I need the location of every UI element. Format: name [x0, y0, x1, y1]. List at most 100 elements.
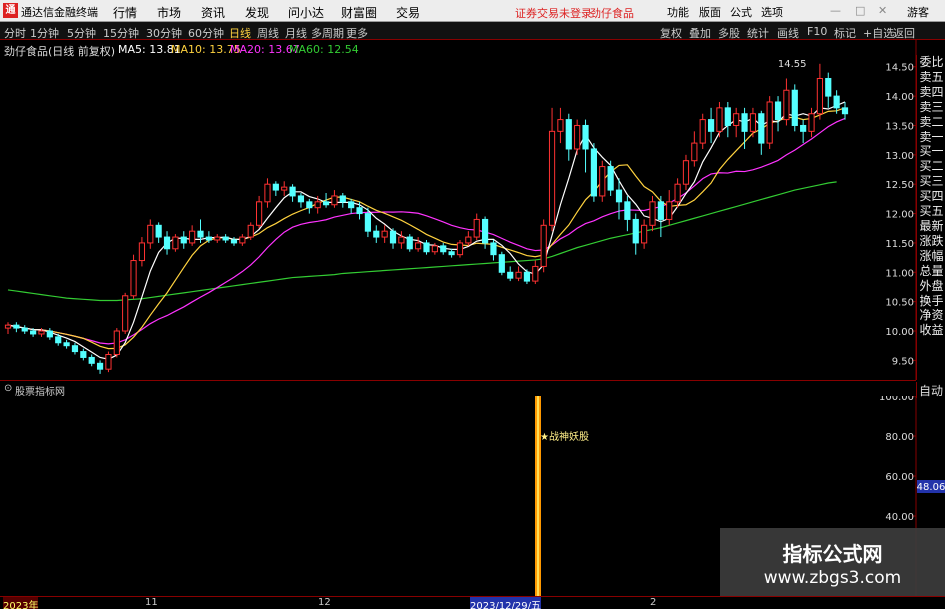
candle-body: [741, 113, 748, 132]
price-tick-label: 11.00: [885, 268, 914, 279]
candle-body: [582, 124, 589, 150]
period-weekly[interactable]: 周线: [257, 25, 279, 41]
ma5-line: [7, 101, 846, 360]
kline-chart[interactable]: 14.50 14.00 13.50 13.00 12.50 12.00 11.50 11.00…: [0, 40, 945, 380]
minimize-icon[interactable]: —: [830, 4, 841, 17]
candle-body: [641, 224, 648, 244]
candle-body: [38, 330, 45, 335]
candle-body: [389, 230, 397, 244]
candle-body: [465, 236, 472, 244]
quote-label: 涨幅: [919, 248, 944, 263]
maximize-icon[interactable]: □: [855, 4, 865, 17]
date-label: 2023年: [3, 597, 39, 609]
mark-button[interactable]: 标记: [834, 25, 856, 41]
close-icon[interactable]: ✕: [878, 4, 887, 17]
f10-button[interactable]: F10: [807, 25, 827, 38]
period-intraday[interactable]: 分时: [4, 25, 26, 41]
menu-exchange[interactable]: 市场: [157, 4, 181, 21]
add-watchlist-button[interactable]: +自选: [863, 25, 894, 41]
candle-body: [222, 236, 229, 241]
quote-label: 委比: [919, 55, 944, 69]
period-daily[interactable]: 日线: [229, 25, 251, 41]
period-60min[interactable]: 60分钟: [188, 25, 224, 41]
candle-body: [825, 77, 832, 97]
back-button[interactable]: 返回: [893, 25, 915, 41]
overlay-button[interactable]: 叠加: [689, 25, 711, 41]
candle-body: [356, 207, 363, 215]
price-tick-label: 10.00: [885, 327, 914, 338]
login-notice[interactable]: 证券交易未登录: [515, 5, 592, 21]
stats-button[interactable]: 统计: [747, 25, 769, 41]
price-tick-label: 12.00: [885, 210, 914, 221]
menu-news[interactable]: 资讯: [201, 4, 225, 21]
watermark: 指标公式网 www.zbgs3.com: [720, 528, 945, 596]
period-toolbar: 分时 1分钟 5分钟 15分钟 30分钟 60分钟 日线 周线 月线 多周期 更…: [0, 22, 945, 40]
candle-body: [691, 142, 698, 162]
indicator-header: ⊙ 股票指标网: [0, 380, 916, 398]
options-button[interactable]: 选项: [761, 4, 783, 20]
quote-label: 卖五: [919, 69, 944, 84]
menu-ask[interactable]: 问小达: [288, 4, 324, 21]
period-15min[interactable]: 15分钟: [103, 25, 139, 41]
quote-label: 买二: [919, 159, 944, 174]
candle-body: [657, 201, 664, 220]
layout-button[interactable]: 版面: [699, 4, 721, 20]
candle-body: [381, 230, 388, 238]
candle-body: [481, 218, 489, 244]
indicator-icon[interactable]: ⊙: [4, 383, 12, 394]
menu-discover[interactable]: 发现: [245, 4, 269, 21]
formula-button[interactable]: 公式: [730, 4, 752, 20]
adjust-button[interactable]: 复权: [660, 25, 682, 41]
candle-body: [239, 236, 246, 244]
candle-body: [105, 354, 112, 370]
ma60-label: MA60: 12.54: [289, 43, 359, 56]
period-more[interactable]: 更多: [346, 25, 368, 41]
candle-body: [833, 95, 840, 109]
candle-body: [30, 330, 37, 335]
candle-body: [55, 336, 62, 344]
period-30min[interactable]: 30分钟: [146, 25, 182, 41]
guest-button[interactable]: 游客: [907, 4, 929, 20]
candle-body: [297, 195, 305, 203]
candle-body: [766, 101, 773, 144]
function-button[interactable]: 功能: [667, 4, 689, 20]
date-axis: 2023年 11 12 2023/12/29/五 2: [0, 596, 945, 609]
period-multi[interactable]: 多周期: [311, 25, 344, 41]
candle-body: [800, 124, 807, 132]
candle-body: [682, 160, 690, 185]
candle-body: [230, 239, 238, 244]
signal-label: ★战神妖股: [540, 430, 589, 443]
candle-body: [122, 295, 129, 332]
candle-body: [674, 183, 681, 203]
period-monthly[interactable]: 月线: [285, 25, 307, 41]
menu-market[interactable]: 行情: [113, 4, 137, 21]
candle-body: [155, 224, 162, 238]
menu-wealth[interactable]: 财富圈: [341, 4, 377, 21]
candle-body: [264, 183, 271, 203]
indicator-value-label: 48.06: [917, 482, 945, 493]
price-high-label: 14.55: [778, 59, 807, 70]
candle-body: [314, 201, 321, 209]
ma-legend: 劲仔食品(日线 前复权) MA5: 13.81 MA10: 13.75 MA20…: [0, 41, 860, 58]
quote-label: 最新: [919, 218, 944, 233]
quote-label: 买四: [919, 189, 944, 204]
period-1min[interactable]: 1分钟: [30, 25, 59, 41]
draw-button[interactable]: 画线: [777, 25, 799, 41]
price-tick-label: 13.50: [885, 121, 914, 132]
candle-body: [599, 166, 606, 197]
menu-trade[interactable]: 交易: [396, 4, 420, 21]
indicator-tick-label: 80.00: [885, 432, 914, 443]
multi-stock-button[interactable]: 多股: [718, 25, 740, 41]
quote-label: 外盘: [919, 278, 944, 293]
quote-label: 卖三: [919, 99, 944, 114]
candle-body: [532, 265, 539, 282]
date-label: 11: [145, 597, 158, 608]
candle-body: [63, 342, 70, 347]
candle-body: [791, 89, 798, 126]
candle-body: [96, 362, 104, 370]
candle-body: [13, 324, 20, 329]
candle-body: [758, 113, 765, 144]
indicator-tick-label: 100.00: [879, 396, 914, 403]
quote-label: 总量: [919, 263, 944, 278]
period-5min[interactable]: 5分钟: [67, 25, 96, 41]
